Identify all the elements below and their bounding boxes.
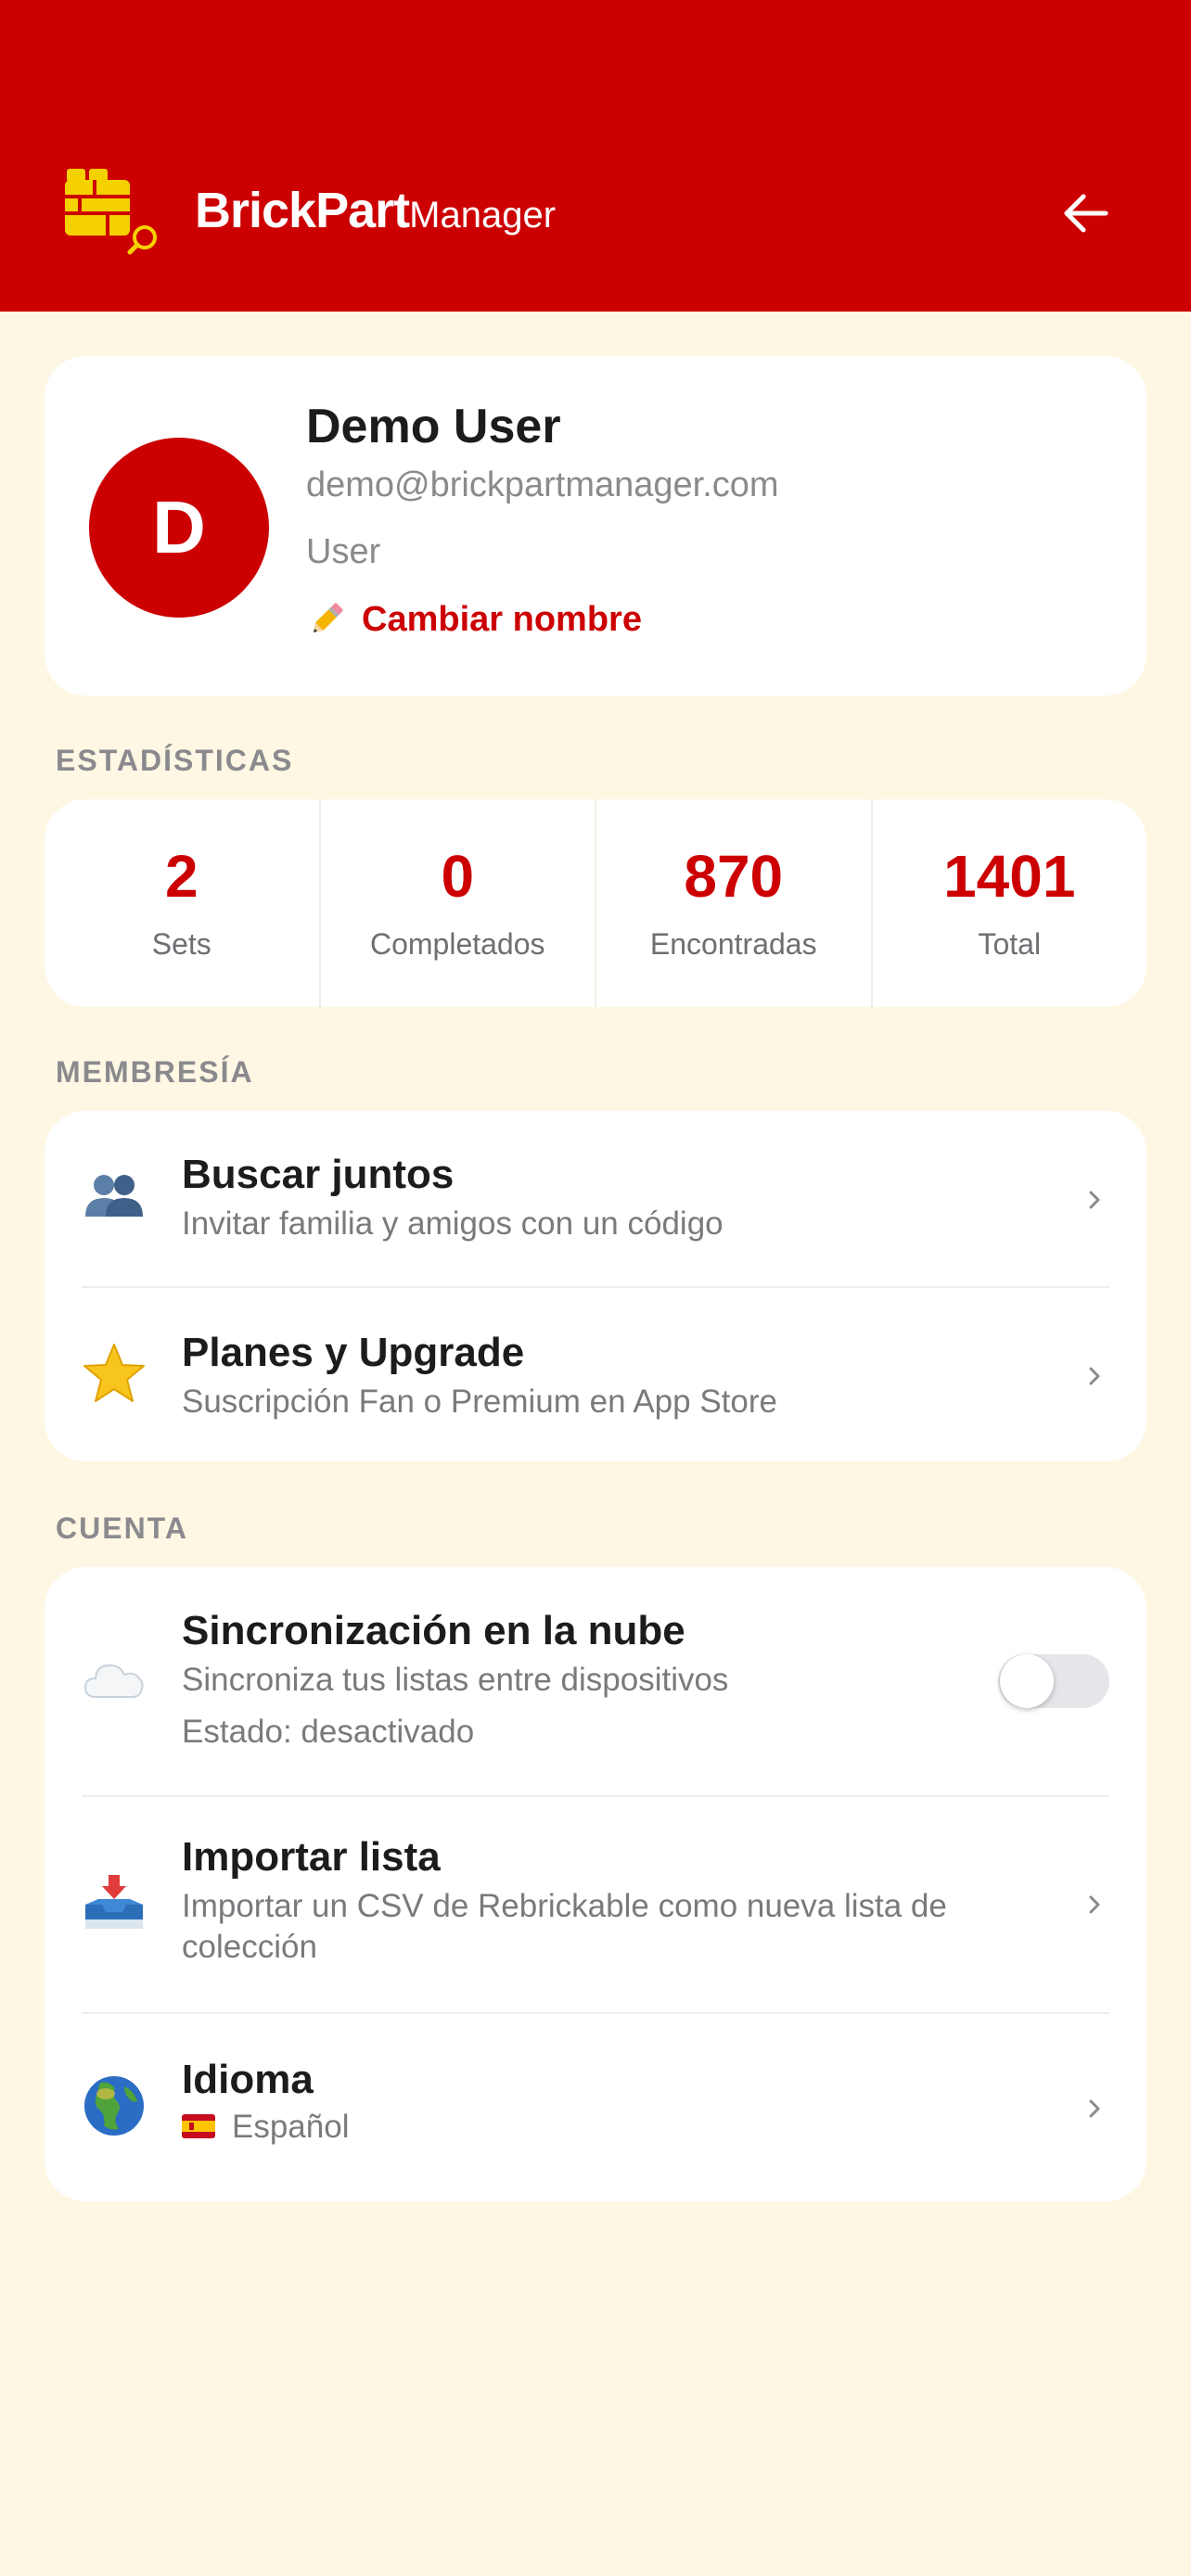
stats-card: 2 Sets 0 Completados 870 Encontradas 140… <box>45 799 1146 1007</box>
language-value: Español <box>232 2109 350 2145</box>
row-title: Importar lista <box>182 1834 441 1880</box>
people-icon <box>85 1175 143 1217</box>
row-subtitle-cont: colección <box>182 1929 317 1965</box>
chevron-right-icon <box>1089 2099 1100 2118</box>
row-subtitle: Sincroniza tus listas entre dispositivos <box>182 1662 729 1698</box>
stat-label: Sets <box>151 927 211 961</box>
stat-label: Completados <box>369 927 545 961</box>
cloud-sync-row: Sincronización en la nube Sincroniza tus… <box>45 1567 1146 1795</box>
stat-value: 870 <box>684 843 784 910</box>
star-icon <box>83 1344 145 1402</box>
rename-label: Cambiar nombre <box>362 599 642 639</box>
membership-card: Buscar juntos Invitar familia y amigos c… <box>45 1111 1146 1461</box>
language-row[interactable]: Idioma Español <box>45 2014 1146 2201</box>
stat-total: 1401 Total <box>873 799 1147 1007</box>
toggle-knob <box>1000 1654 1054 1708</box>
cloud-sync-toggle[interactable] <box>998 1654 1109 1708</box>
chevron-right-icon <box>1089 1895 1100 1914</box>
row-subtitle: Suscripción Fan o Premium en App Store <box>182 1384 777 1420</box>
sync-status: Estado: desactivado <box>182 1714 475 1750</box>
row-subtitle: Invitar familia y amigos con un código <box>182 1205 724 1242</box>
app-header: BrickPartManager <box>0 0 1191 312</box>
avatar: D <box>89 438 269 618</box>
chevron-right-icon <box>1089 1367 1100 1385</box>
account-card: Sincronización en la nube Sincroniza tus… <box>45 1567 1146 2201</box>
brick-logo-search-icon <box>65 169 157 255</box>
stat-completed: 0 Completados <box>321 799 596 1007</box>
brand-name-bold: BrickPart <box>195 183 410 238</box>
profile-card: D Demo User demo@brickpartmanager.com Us… <box>45 356 1146 695</box>
cloud-icon <box>83 1664 144 1698</box>
brand-name-light: Manager <box>409 195 557 236</box>
membership-section-label: MEMBRESÍA <box>56 1055 254 1089</box>
chevron-right-icon <box>1089 1191 1100 1209</box>
import-list-row[interactable]: Importar lista Importar un CSV de Rebric… <box>45 1797 1146 2012</box>
spain-flag-icon <box>182 2114 215 2138</box>
row-title: Idioma <box>182 2057 314 2102</box>
stat-label: Encontradas <box>649 927 817 961</box>
stat-value: 2 <box>164 843 198 910</box>
stat-value: 1401 <box>943 843 1076 910</box>
profile-email: demo@brickpartmanager.com <box>306 465 779 504</box>
pencil-icon <box>313 603 343 633</box>
stat-found: 870 Encontradas <box>596 799 873 1007</box>
profile-name: Demo User <box>306 400 561 453</box>
stat-sets: 2 Sets <box>45 799 321 1007</box>
row-subtitle: Importar un CSV de Rebrickable como nuev… <box>182 1888 947 1924</box>
stat-label: Total <box>978 927 1042 961</box>
account-section-label: CUENTA <box>56 1511 188 1545</box>
search-together-row[interactable]: Buscar juntos Invitar familia y amigos c… <box>45 1111 1146 1287</box>
profile-role: User <box>306 532 381 571</box>
globe-icon <box>84 2076 144 2136</box>
stat-value: 0 <box>441 843 475 910</box>
inbox-tray-icon <box>85 1875 143 1929</box>
stats-section-label: ESTADÍSTICAS <box>56 744 294 777</box>
row-title: Planes y Upgrade <box>182 1330 525 1375</box>
arrow-left-icon[interactable] <box>1057 185 1113 241</box>
row-title: Buscar juntos <box>182 1152 455 1197</box>
plans-upgrade-row[interactable]: Planes y Upgrade Suscripción Fan o Premi… <box>45 1287 1146 1461</box>
brand-wordmark: BrickPartManager <box>195 182 556 239</box>
rename-button[interactable]: Cambiar nombre <box>306 599 642 640</box>
row-title: Sincronización en la nube <box>182 1608 685 1653</box>
